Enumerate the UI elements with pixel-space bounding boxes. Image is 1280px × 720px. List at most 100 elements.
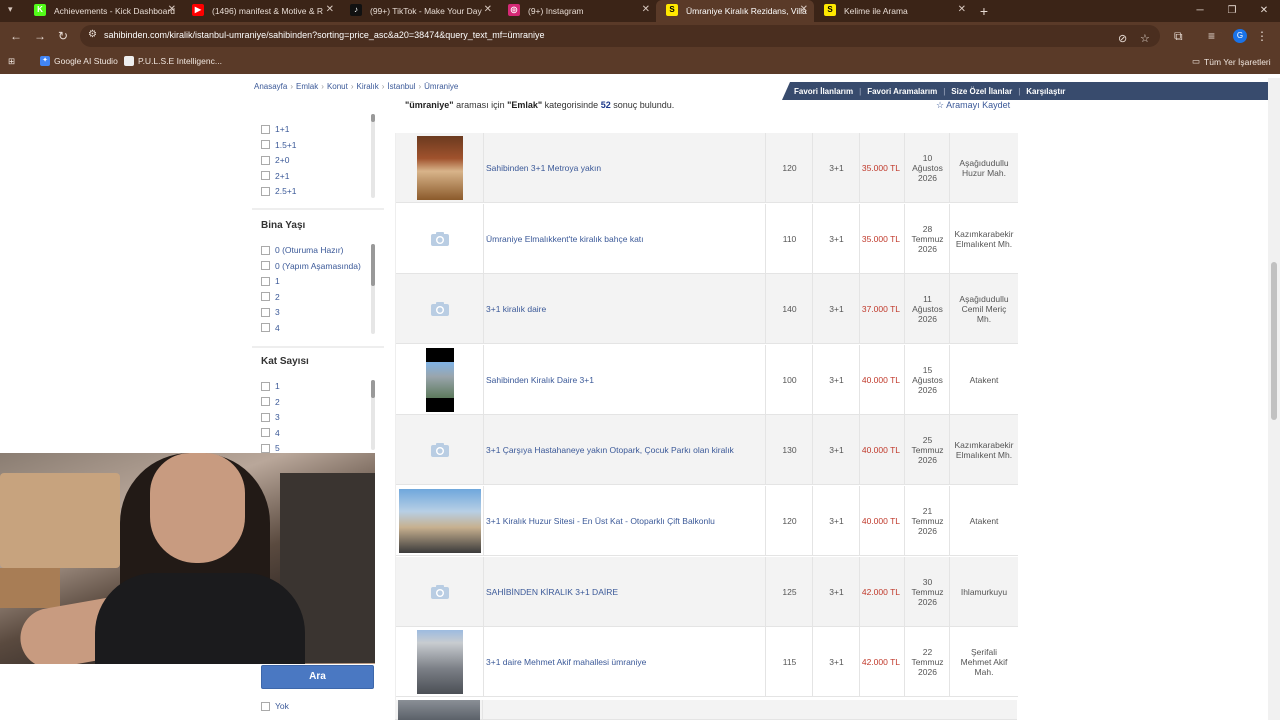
close-tab-icon[interactable]: ✕	[326, 4, 334, 16]
top-link[interactable]: Size Özel İlanlar	[951, 87, 1012, 96]
filter-option[interactable]: 3	[261, 307, 280, 317]
top-link[interactable]: Karşılaştır	[1026, 87, 1065, 96]
filter-option[interactable]: 1+1	[261, 124, 289, 134]
bookmark-ai-studio[interactable]: ✦ Google AI Studio	[40, 56, 118, 66]
back-icon[interactable]: ←	[10, 29, 22, 43]
listing-title[interactable]: 3+1 kiralık daire	[486, 274, 766, 344]
close-tab-icon[interactable]: ✕	[642, 4, 650, 16]
rooms-scrollbar[interactable]	[371, 114, 375, 198]
checkbox[interactable]	[261, 140, 270, 149]
listing-photo[interactable]	[425, 348, 454, 412]
close-tab-icon[interactable]: ✕	[958, 4, 966, 16]
filter-option[interactable]: 1	[261, 276, 280, 286]
checkbox[interactable]	[261, 171, 270, 180]
bookmark-star-icon[interactable]: ☆	[1140, 32, 1150, 45]
checkbox[interactable]	[261, 276, 270, 286]
breadcrumb-item[interactable]: Kiralık	[357, 82, 379, 91]
checkbox[interactable]	[261, 307, 270, 317]
checkbox[interactable]	[261, 381, 270, 391]
listing-title[interactable]: Ümraniye Elmalıkkent'te kiralık bahçe ka…	[486, 204, 766, 274]
filter-option[interactable]: 4	[261, 428, 280, 438]
top-link[interactable]: Favori Aramalarım	[867, 87, 937, 96]
filter-option[interactable]: 2+1	[261, 171, 289, 181]
listing-photo[interactable]	[416, 136, 463, 200]
all-bookmarks[interactable]: ▭ Tüm Yer İşaretleri	[1192, 56, 1271, 67]
tracking-off-icon[interactable]: ⊘	[1118, 32, 1127, 45]
save-search-link[interactable]: ☆ Aramayı Kaydet	[936, 100, 1010, 111]
listing-title[interactable]: SAHİBİNDEN KİRALIK 3+1 DAİRE	[486, 557, 766, 627]
breadcrumb-item[interactable]: Ümraniye	[424, 82, 458, 91]
breadcrumb-item[interactable]: Konut	[327, 82, 348, 91]
minimize-icon[interactable]: ─	[1184, 0, 1216, 22]
filter-option[interactable]: 4	[261, 323, 280, 333]
floor-count-scrollbar[interactable]	[371, 380, 375, 450]
building-age-scrollbar[interactable]	[371, 244, 375, 334]
listing-row[interactable]: SAHİBİNDEN KİRALIK 3+1 DAİRE 125 3+1 42.…	[396, 557, 1018, 627]
page-scrollbar[interactable]	[1268, 78, 1280, 720]
filter-option[interactable]: 0 (Yapım Aşamasında)	[261, 261, 361, 271]
filter-option[interactable]: 5	[261, 443, 280, 453]
reload-icon[interactable]: ↻	[58, 29, 68, 43]
top-link[interactable]: Favori İlanlarım	[794, 87, 853, 96]
checkbox[interactable]	[261, 155, 270, 165]
page-scrollbar-thumb[interactable]	[1271, 262, 1277, 420]
listing-row-partial[interactable]	[395, 700, 1017, 720]
filter-option[interactable]: 3	[261, 412, 280, 422]
browser-tab[interactable]: S Kelime ile Arama ✕	[814, 0, 972, 22]
listing-row[interactable]: Ümraniye Elmalıkkent'te kiralık bahçe ka…	[396, 204, 1018, 274]
listing-title[interactable]: 3+1 Kiralık Huzur Sitesi - En Üst Kat - …	[486, 486, 766, 556]
forward-icon[interactable]: →	[34, 29, 46, 43]
filter-option-yok[interactable]: Yok	[261, 701, 289, 711]
listing-title[interactable]: 3+1 daire Mehmet Akif mahallesi ümraniye	[486, 627, 766, 697]
checkbox[interactable]	[261, 412, 270, 422]
checkbox[interactable]	[261, 124, 270, 134]
checkbox[interactable]	[261, 443, 270, 453]
checkbox[interactable]	[261, 701, 270, 711]
listing-row[interactable]: 3+1 Kiralık Huzur Sitesi - En Üst Kat - …	[396, 486, 1018, 556]
browser-tab[interactable]: ♪ (99+) TikTok - Make Your Day ✕	[340, 0, 498, 22]
checkbox[interactable]	[261, 245, 270, 255]
listing-row[interactable]: 3+1 daire Mehmet Akif mahallesi ümraniye…	[396, 627, 1018, 697]
listing-photo[interactable]	[397, 700, 480, 720]
listing-row[interactable]: 3+1 Çarşıya Hastahaneye yakın Otopark, Ç…	[396, 415, 1018, 485]
listing-title[interactable]: 3+1 Çarşıya Hastahaneye yakın Otopark, Ç…	[486, 415, 766, 485]
breadcrumb-item[interactable]: Anasayfa	[254, 82, 287, 91]
checkbox[interactable]	[261, 186, 270, 196]
filter-option[interactable]: 2	[261, 397, 280, 407]
site-info-icon[interactable]: ⚙	[88, 29, 97, 40]
checkbox[interactable]	[261, 428, 270, 437]
filter-option[interactable]: 1.5+1	[261, 140, 297, 150]
filter-option[interactable]: 1	[261, 381, 280, 391]
new-tab-button[interactable]: +	[972, 0, 996, 22]
close-tab-icon[interactable]: ✕	[484, 4, 492, 16]
tab-search-icon[interactable]: ▾	[8, 4, 13, 15]
checkbox[interactable]	[261, 397, 270, 406]
close-tab-icon[interactable]: ✕	[800, 4, 808, 16]
checkbox[interactable]	[261, 323, 270, 332]
url-field[interactable]: ⚙ sahibinden.com/kiralik/istanbul-umrani…	[80, 25, 1160, 47]
bookmark-pulse[interactable]: P.U.L.S.E Intelligenc...	[124, 56, 222, 66]
menu-icon[interactable]: ⋮	[1256, 29, 1268, 43]
browser-tab[interactable]: ▶ (1496) manifest & Motive & R ✕	[182, 0, 340, 22]
listing-row[interactable]: Sahibinden Kiralık Daire 3+1 100 3+1 40.…	[396, 345, 1018, 415]
checkbox[interactable]	[261, 292, 270, 301]
listing-photo[interactable]	[416, 630, 463, 694]
filter-option[interactable]: 2.5+1	[261, 186, 297, 196]
close-window-icon[interactable]: ✕	[1248, 0, 1280, 22]
browser-tab[interactable]: S Ümraniye Kiralık Rezidans, Villa ✕	[656, 0, 814, 22]
media-icon[interactable]: ≡	[1208, 29, 1215, 43]
search-button[interactable]: Ara	[261, 665, 374, 689]
filter-option[interactable]: 2	[261, 292, 280, 302]
listing-photo[interactable]	[398, 489, 481, 553]
apps-grid-icon[interactable]: ⊞	[8, 56, 15, 67]
close-tab-icon[interactable]: ✕	[168, 4, 176, 16]
extensions-icon[interactable]: ⧉	[1174, 29, 1183, 44]
breadcrumb-item[interactable]: İstanbul	[387, 82, 415, 91]
listing-row[interactable]: 3+1 kiralık daire 140 3+1 37.000 TL 11 A…	[396, 274, 1018, 344]
browser-tab[interactable]: K Achievements - Kick Dashboard ✕	[24, 0, 182, 22]
breadcrumb-item[interactable]: Emlak	[296, 82, 318, 91]
checkbox[interactable]	[261, 261, 270, 270]
filter-option[interactable]: 0 (Oturuma Hazır)	[261, 245, 344, 255]
listing-title[interactable]: Sahibinden 3+1 Metroya yakın	[486, 133, 766, 203]
browser-tab[interactable]: ◎ (9+) Instagram ✕	[498, 0, 656, 22]
